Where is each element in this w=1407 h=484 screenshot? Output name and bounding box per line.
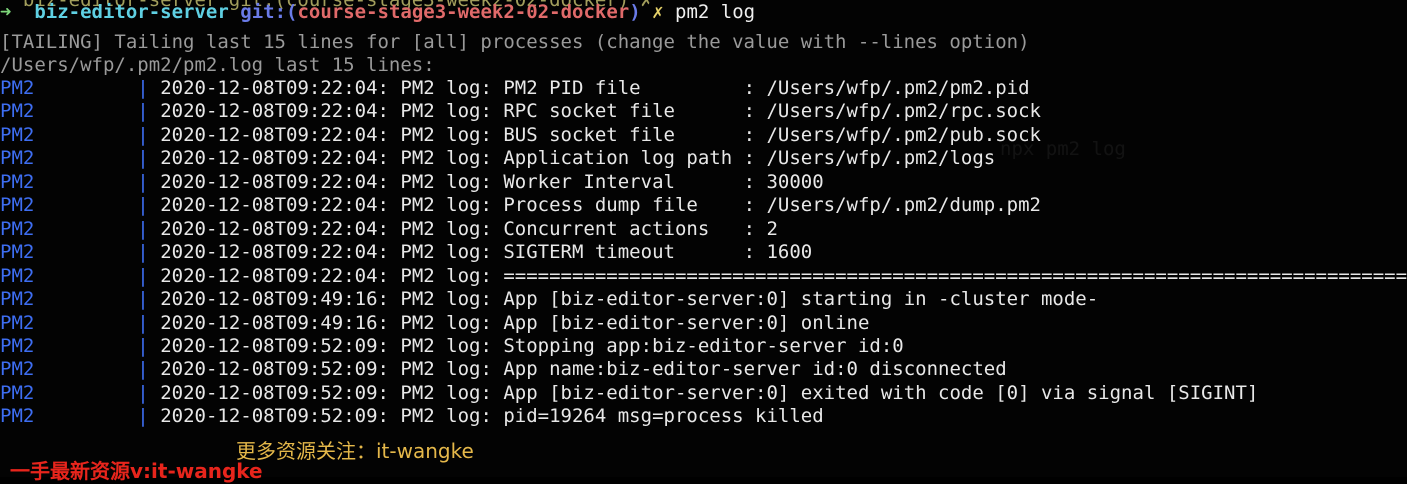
git-suffix: ) <box>629 1 641 23</box>
log-message: 2020-12-08T09:22:04: PM2 log: ==========… <box>160 264 1407 287</box>
log-message: 2020-12-08T09:22:04: PM2 log: SIGTERM ti… <box>160 241 813 264</box>
process-tag: PM2 <box>0 358 35 381</box>
log-message: 2020-12-08T09:22:04: PM2 log: Worker Int… <box>160 170 824 193</box>
follow-watermark: 更多资源关注：it-wangke <box>236 439 474 463</box>
log-message: 2020-12-08T09:22:04: PM2 log: BUS socket… <box>160 123 1041 146</box>
current-directory: biz-editor-server <box>34 1 229 23</box>
log-line: PM2 | 2020-12-08T09:52:09: PM2 log: pid=… <box>0 404 824 428</box>
pipe-separator: | <box>137 264 149 287</box>
process-tag: PM2 <box>0 147 35 170</box>
pipe-separator: | <box>137 123 149 146</box>
background-ghost-text: npx pm2 log <box>1000 138 1126 160</box>
process-tag: PM2 <box>0 381 35 404</box>
process-tag: PM2 <box>0 77 35 99</box>
log-line: PM2 | 2020-12-08T09:22:04: PM2 log: ====… <box>0 264 1407 288</box>
pipe-separator: | <box>137 147 149 170</box>
log-line: PM2 | 2020-12-08T09:52:09: PM2 log: Stop… <box>0 334 904 358</box>
log-line: PM2 | 2020-12-08T09:22:04: PM2 log: Proc… <box>0 193 1041 217</box>
prompt-line: ➜ biz-editor-server git:(course-stage3-w… <box>0 0 755 24</box>
pipe-separator: | <box>137 170 149 193</box>
red-watermark: 一手最新资源v:it-wangke <box>10 459 263 483</box>
log-line: PM2 | 2020-12-08T09:22:04: PM2 log: Work… <box>0 170 824 194</box>
process-tag: PM2 <box>0 264 35 287</box>
log-line: PM2 | 2020-12-08T09:22:04: PM2 log: PM2 … <box>0 76 1030 100</box>
log-line: PM2 | 2020-12-08T09:22:04: PM2 log: SIGT… <box>0 240 812 264</box>
log-line: PM2 | 2020-12-08T09:22:04: PM2 log: RPC … <box>0 99 1041 123</box>
process-tag: PM2 <box>0 405 35 428</box>
log-message: 2020-12-08T09:49:16: PM2 log: App [biz-e… <box>160 288 1099 311</box>
log-line: PM2 | 2020-12-08T09:22:04: PM2 log: Conc… <box>0 217 778 241</box>
log-line: PM2 | 2020-12-08T09:22:04: PM2 log: Appl… <box>0 146 995 170</box>
pipe-separator: | <box>137 100 149 123</box>
log-line: PM2 | 2020-12-08T09:22:04: PM2 log: BUS … <box>0 123 1041 147</box>
process-tag: PM2 <box>0 334 35 357</box>
process-tag: PM2 <box>0 194 35 217</box>
pipe-separator: | <box>137 217 149 240</box>
log-line: PM2 | 2020-12-08T09:49:16: PM2 log: App … <box>0 287 1098 311</box>
log-message: 2020-12-08T09:52:09: PM2 log: pid=19264 … <box>160 405 824 428</box>
log-line: PM2 | 2020-12-08T09:52:09: PM2 log: App … <box>0 357 1007 381</box>
log-line: PM2 | 2020-12-08T09:52:09: PM2 log: App … <box>0 381 1258 405</box>
process-tag: PM2 <box>0 217 35 240</box>
terminal-window[interactable]: biz-editor-server git:(course-stage3-wee… <box>0 0 1407 477</box>
log-message: 2020-12-08T09:52:09: PM2 log: Stopping a… <box>160 334 904 357</box>
tailing-line: [TAILING] Tailing last 15 lines for [all… <box>0 31 1030 53</box>
log-message: 2020-12-08T09:52:09: PM2 log: App [biz-e… <box>160 381 1259 404</box>
process-tag: PM2 <box>0 241 35 264</box>
log-message: 2020-12-08T09:52:09: PM2 log: App name:b… <box>160 358 1007 381</box>
process-tag: PM2 <box>0 123 35 146</box>
log-message: 2020-12-08T09:22:04: PM2 log: RPC socket… <box>160 100 1041 123</box>
process-tag: PM2 <box>0 170 35 193</box>
pipe-separator: | <box>137 405 149 428</box>
process-tag: PM2 <box>0 311 35 334</box>
pipe-separator: | <box>137 77 149 99</box>
log-path-line: /Users/wfp/.pm2/pm2.log last 15 lines: <box>0 54 435 76</box>
pipe-separator: | <box>137 241 149 264</box>
log-message: 2020-12-08T09:22:04: PM2 log: Concurrent… <box>160 217 778 240</box>
prompt-arrow-icon: ➜ <box>0 1 12 23</box>
log-message: 2020-12-08T09:22:04: PM2 log: Process du… <box>160 194 1041 217</box>
git-dirty-icon: ✗ <box>652 1 664 23</box>
pipe-separator: | <box>137 358 149 381</box>
pipe-separator: | <box>137 381 149 404</box>
pipe-separator: | <box>137 311 149 334</box>
process-tag: PM2 <box>0 288 35 311</box>
pipe-separator: | <box>137 334 149 357</box>
log-message: 2020-12-08T09:49:16: PM2 log: App [biz-e… <box>160 311 870 334</box>
command-text: pm2 log <box>675 1 756 23</box>
log-message: 2020-12-08T09:22:04: PM2 log: Applicatio… <box>160 147 996 170</box>
log-line: PM2 | 2020-12-08T09:49:16: PM2 log: App … <box>0 311 869 335</box>
log-message: 2020-12-08T09:22:04: PM2 log: PM2 PID fi… <box>160 77 1030 99</box>
pipe-separator: | <box>137 194 149 217</box>
process-tag: PM2 <box>0 100 35 123</box>
pipe-separator: | <box>137 288 149 311</box>
git-branch: course-stage3-week2-02-docker <box>297 1 630 23</box>
git-prefix: git:( <box>240 1 298 23</box>
